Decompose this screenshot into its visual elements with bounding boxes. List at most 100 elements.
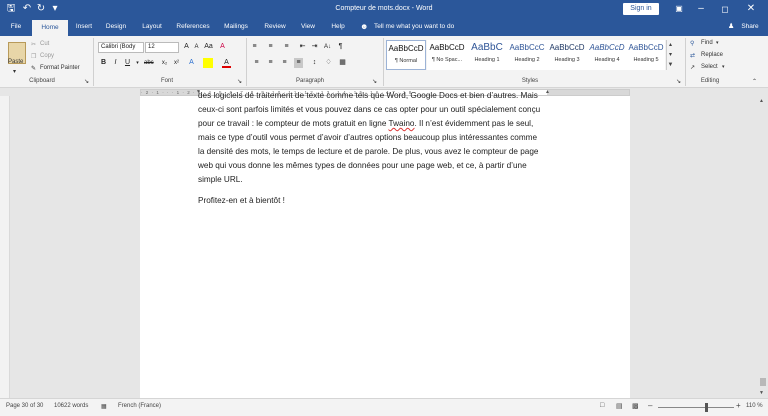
copy-icon[interactable]: ❐ bbox=[31, 53, 36, 60]
style-heading-4[interactable]: AaBbCcD Heading 4 bbox=[587, 40, 627, 70]
tab-help[interactable]: Help bbox=[324, 18, 352, 36]
select-button[interactable]: Select bbox=[701, 64, 718, 70]
read-mode-icon[interactable]: ▤ bbox=[616, 402, 623, 410]
collapse-ribbon-icon[interactable]: ⌃ bbox=[752, 78, 757, 85]
document-paragraph[interactable]: des logiciels de traitement de texte com… bbox=[198, 89, 546, 187]
find-dropdown-icon[interactable]: ▾ bbox=[716, 40, 719, 46]
tab-file[interactable]: File bbox=[4, 18, 28, 36]
sign-in-button[interactable]: Sign in bbox=[623, 3, 659, 15]
style-no-spacing[interactable]: AaBbCcD ¶ No Spac... bbox=[427, 40, 467, 70]
format-painter-icon[interactable]: ✎ bbox=[31, 65, 36, 72]
bullets-icon[interactable]: ≡ bbox=[250, 42, 259, 52]
document-paragraph[interactable]: Profitez-en et à bientôt ! bbox=[198, 194, 546, 208]
font-color-icon[interactable]: A bbox=[222, 58, 231, 68]
format-painter-button[interactable]: Format Painter bbox=[40, 65, 80, 71]
change-case-icon[interactable]: Aa bbox=[204, 42, 213, 52]
tab-layout[interactable]: Layout bbox=[135, 18, 169, 36]
grow-font-icon[interactable]: A bbox=[182, 42, 191, 52]
clear-formatting-icon[interactable]: A bbox=[218, 42, 227, 52]
style-heading-2[interactable]: AaBbCcC Heading 2 bbox=[507, 40, 547, 70]
font-launcher-icon[interactable]: ↘ bbox=[237, 78, 242, 85]
paste-dropdown-icon[interactable]: ▾ bbox=[13, 68, 16, 75]
superscript-icon[interactable]: x² bbox=[172, 58, 181, 68]
paste-button[interactable]: Paste bbox=[8, 59, 23, 65]
font-name-box[interactable]: Calibri (Body bbox=[98, 42, 144, 53]
underline-icon[interactable]: U bbox=[123, 58, 132, 68]
text-effects-icon[interactable]: A bbox=[187, 58, 196, 68]
tab-mailings[interactable]: Mailings bbox=[218, 18, 254, 36]
align-right-icon[interactable]: ≡ bbox=[280, 58, 289, 68]
styles-launcher-icon[interactable]: ↘ bbox=[676, 78, 681, 85]
paragraph-launcher-icon[interactable]: ↘ bbox=[372, 78, 377, 85]
borders-icon[interactable]: ▦ bbox=[338, 58, 347, 68]
find-icon[interactable]: ⚲ bbox=[690, 40, 694, 47]
close-button[interactable]: ✕ bbox=[740, 0, 762, 18]
shading-icon[interactable]: ♢ bbox=[324, 58, 333, 68]
sort-icon[interactable]: A↓ bbox=[323, 42, 332, 52]
misspelled-word[interactable]: Twaino bbox=[389, 119, 415, 128]
decrease-indent-icon[interactable]: ⇤ bbox=[298, 42, 307, 52]
language-status[interactable]: French (France) bbox=[118, 403, 161, 409]
tab-design[interactable]: Design bbox=[101, 18, 131, 36]
strikethrough-icon[interactable]: abc bbox=[144, 58, 154, 68]
line-spacing-icon[interactable]: ↕ bbox=[310, 58, 319, 68]
tab-insert[interactable]: Insert bbox=[70, 18, 98, 36]
tell-me-search[interactable]: Tell me what you want to do bbox=[374, 18, 484, 36]
shrink-font-icon[interactable]: A bbox=[192, 42, 201, 52]
italic-icon[interactable]: I bbox=[111, 58, 120, 68]
font-size-box[interactable]: 12 bbox=[145, 42, 179, 53]
clipboard-launcher-icon[interactable]: ↘ bbox=[84, 78, 89, 85]
share-button[interactable]: Share bbox=[738, 18, 762, 36]
minimize-button[interactable]: – bbox=[690, 0, 712, 18]
tab-references[interactable]: References bbox=[172, 18, 214, 36]
tab-home[interactable]: Home bbox=[32, 20, 68, 36]
style-heading-5[interactable]: AaBbCcD Heading 5 bbox=[627, 40, 665, 70]
subscript-icon[interactable]: x₂ bbox=[160, 58, 169, 68]
replace-button[interactable]: Replace bbox=[701, 52, 723, 58]
show-marks-icon[interactable]: ¶ bbox=[336, 42, 345, 52]
align-left-icon[interactable]: ≡ bbox=[252, 58, 261, 68]
underline-dropdown-icon[interactable]: ▾ bbox=[133, 58, 142, 68]
zoom-slider-thumb[interactable] bbox=[705, 403, 708, 412]
find-button[interactable]: Find bbox=[701, 40, 713, 46]
zoom-out-icon[interactable]: – bbox=[648, 401, 652, 410]
style-heading-1[interactable]: AaBbC Heading 1 bbox=[467, 40, 507, 70]
justify-icon[interactable]: ≡ bbox=[294, 58, 303, 68]
replace-icon[interactable]: ⇄ bbox=[690, 52, 695, 59]
increase-indent-icon[interactable]: ⇥ bbox=[310, 42, 319, 52]
page-count[interactable]: Page 30 of 30 bbox=[6, 403, 43, 409]
group-divider bbox=[93, 38, 94, 86]
group-divider bbox=[383, 38, 384, 86]
tab-view[interactable]: View bbox=[294, 18, 322, 36]
focus-mode-icon[interactable]: □ bbox=[600, 402, 604, 409]
tab-review[interactable]: Review bbox=[258, 18, 292, 36]
zoom-level[interactable]: 110 % bbox=[746, 403, 763, 409]
scroll-up-icon[interactable]: ▲ bbox=[759, 98, 764, 104]
cut-icon[interactable]: ✂ bbox=[31, 41, 36, 48]
align-center-icon[interactable]: ≡ bbox=[266, 58, 275, 68]
scrollbar-thumb[interactable] bbox=[760, 378, 766, 386]
numbering-icon[interactable]: ≡ bbox=[266, 42, 275, 52]
ribbon-display-options-icon[interactable]: ▣ bbox=[668, 0, 690, 18]
style-heading-3[interactable]: AaBbCcD Heading 3 bbox=[547, 40, 587, 70]
scroll-down-icon[interactable]: ▼ bbox=[759, 390, 764, 396]
share-icon[interactable]: ♟ bbox=[728, 22, 734, 30]
zoom-in-icon[interactable]: + bbox=[736, 401, 741, 410]
copy-button[interactable]: Copy bbox=[40, 53, 54, 59]
styles-gallery-scroll[interactable]: ▴ ▾ ▼ bbox=[666, 40, 674, 70]
select-dropdown-icon[interactable]: ▾ bbox=[722, 64, 725, 70]
print-layout-icon[interactable]: ▩ bbox=[632, 402, 639, 410]
document-body[interactable]: des logiciels de traitement de texte com… bbox=[198, 91, 546, 215]
select-icon[interactable]: ↗ bbox=[690, 64, 695, 71]
maximize-button[interactable]: ◻ bbox=[714, 0, 736, 18]
zoom-slider[interactable] bbox=[658, 407, 734, 408]
vertical-scrollbar[interactable]: ▲ ▼ bbox=[758, 96, 768, 398]
multilevel-list-icon[interactable]: ≡ bbox=[282, 42, 291, 52]
cut-button[interactable]: Cut bbox=[40, 41, 49, 47]
word-count[interactable]: 10622 words bbox=[54, 403, 88, 409]
clipboard-group-label: Clipboard bbox=[29, 78, 55, 84]
proofing-icon[interactable]: ▦ bbox=[101, 403, 107, 410]
style-normal[interactable]: AaBbCcD ¶ Normal bbox=[386, 40, 426, 70]
bold-icon[interactable]: B bbox=[99, 58, 108, 68]
highlight-color-icon[interactable] bbox=[203, 58, 213, 68]
